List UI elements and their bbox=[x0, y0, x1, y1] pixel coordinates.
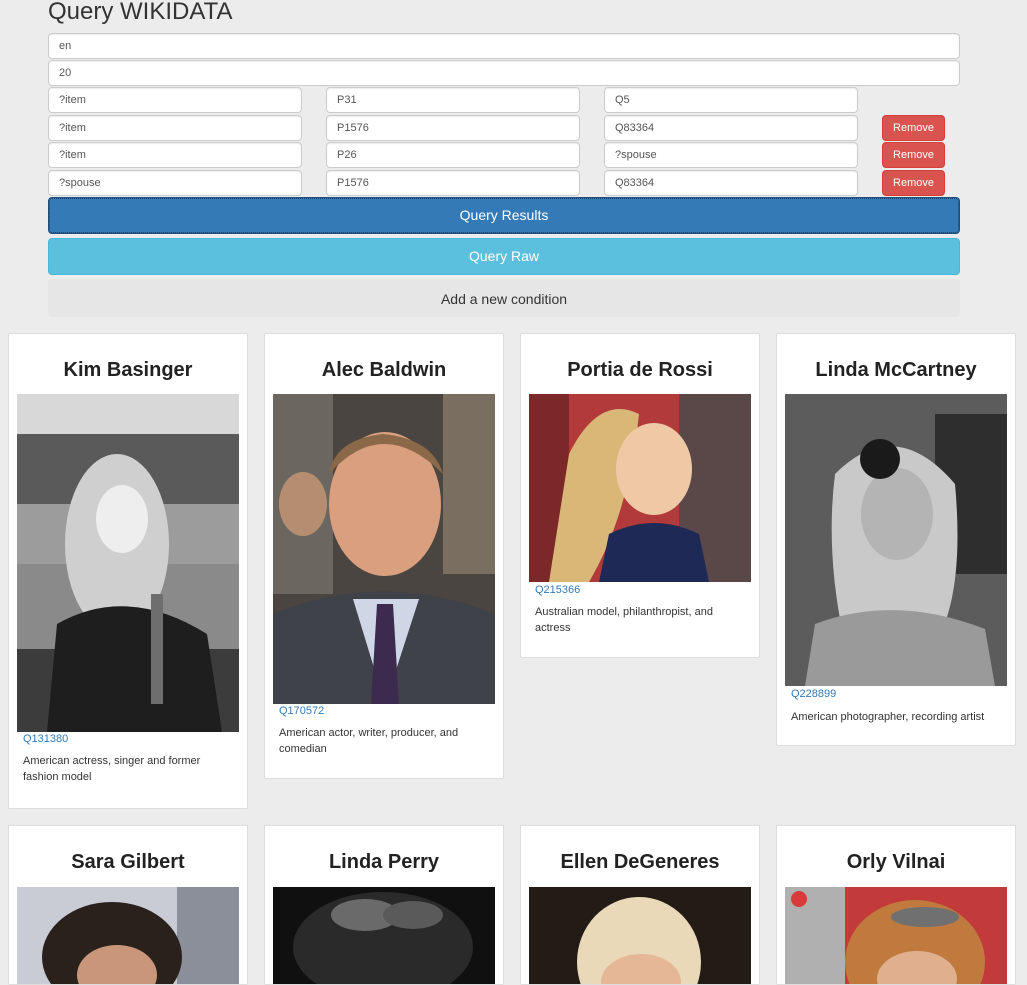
result-card: Orly Vilnai bbox=[776, 825, 1016, 985]
result-card: Linda Perry bbox=[264, 825, 504, 985]
condition-subject-input[interactable] bbox=[48, 170, 302, 196]
language-input[interactable] bbox=[48, 33, 960, 59]
person-photo bbox=[273, 887, 495, 984]
result-card: Ellen DeGeneres bbox=[520, 825, 760, 985]
person-name: Sara Gilbert bbox=[71, 851, 185, 873]
person-photo bbox=[785, 887, 1007, 984]
person-name: Portia de Rossi bbox=[567, 359, 713, 381]
condition-object-input[interactable] bbox=[604, 170, 858, 196]
person-photo bbox=[17, 394, 239, 732]
query-raw-button[interactable]: Query Raw bbox=[48, 238, 960, 275]
condition-property-input[interactable] bbox=[326, 170, 580, 196]
person-name: Alec Baldwin bbox=[321, 359, 447, 381]
person-name: Linda Perry bbox=[328, 851, 440, 873]
wikidata-link[interactable]: Q215366 bbox=[535, 584, 580, 596]
condition-object-input[interactable] bbox=[604, 87, 858, 113]
result-card: Alec Baldwin Q170572 American actor, wri… bbox=[264, 333, 504, 779]
person-name: Linda McCartney bbox=[815, 359, 977, 381]
person-name: Orly Vilnai bbox=[846, 851, 946, 873]
result-card: Linda McCartney Q228899 American photogr… bbox=[776, 333, 1016, 746]
condition-object-input[interactable] bbox=[604, 115, 858, 141]
person-photo bbox=[529, 394, 751, 582]
person-description: American photographer, recording artist bbox=[791, 711, 985, 723]
result-card: Sara Gilbert bbox=[8, 825, 248, 985]
remove-condition-button[interactable]: Remove bbox=[882, 142, 945, 168]
remove-condition-button[interactable]: Remove bbox=[882, 170, 945, 196]
condition-property-input[interactable] bbox=[326, 142, 580, 168]
condition-property-input[interactable] bbox=[326, 115, 580, 141]
condition-object-input[interactable] bbox=[604, 142, 858, 168]
person-photo bbox=[273, 394, 495, 704]
condition-subject-input[interactable] bbox=[48, 87, 302, 113]
person-photo bbox=[17, 887, 239, 984]
person-description: American actor, writer, producer, and co… bbox=[279, 727, 459, 755]
page-title: Query WIKIDATA bbox=[48, 0, 233, 25]
limit-input[interactable] bbox=[48, 60, 960, 86]
remove-condition-button[interactable]: Remove bbox=[882, 115, 945, 141]
condition-subject-input[interactable] bbox=[48, 115, 302, 141]
add-condition-button[interactable]: Add a new condition bbox=[48, 279, 960, 317]
person-photo bbox=[529, 887, 751, 984]
person-photo bbox=[785, 394, 1007, 686]
query-results-button[interactable]: Query Results bbox=[48, 197, 960, 234]
result-card: Portia de Rossi Q215366 Australian model… bbox=[520, 333, 760, 658]
condition-property-input[interactable] bbox=[326, 87, 580, 113]
wikidata-link[interactable]: Q170572 bbox=[279, 705, 324, 717]
wikidata-link[interactable]: Q131380 bbox=[23, 733, 68, 745]
person-description: American actress, singer and former fash… bbox=[23, 755, 201, 783]
result-card: Kim Basinger Q131380 American actress, s… bbox=[8, 333, 248, 809]
person-name: Ellen DeGeneres bbox=[560, 851, 720, 873]
person-description: Australian model, philanthropist, and ac… bbox=[535, 606, 713, 634]
condition-subject-input[interactable] bbox=[48, 142, 302, 168]
wikidata-link[interactable]: Q228899 bbox=[791, 688, 836, 700]
person-name: Kim Basinger bbox=[63, 359, 193, 381]
